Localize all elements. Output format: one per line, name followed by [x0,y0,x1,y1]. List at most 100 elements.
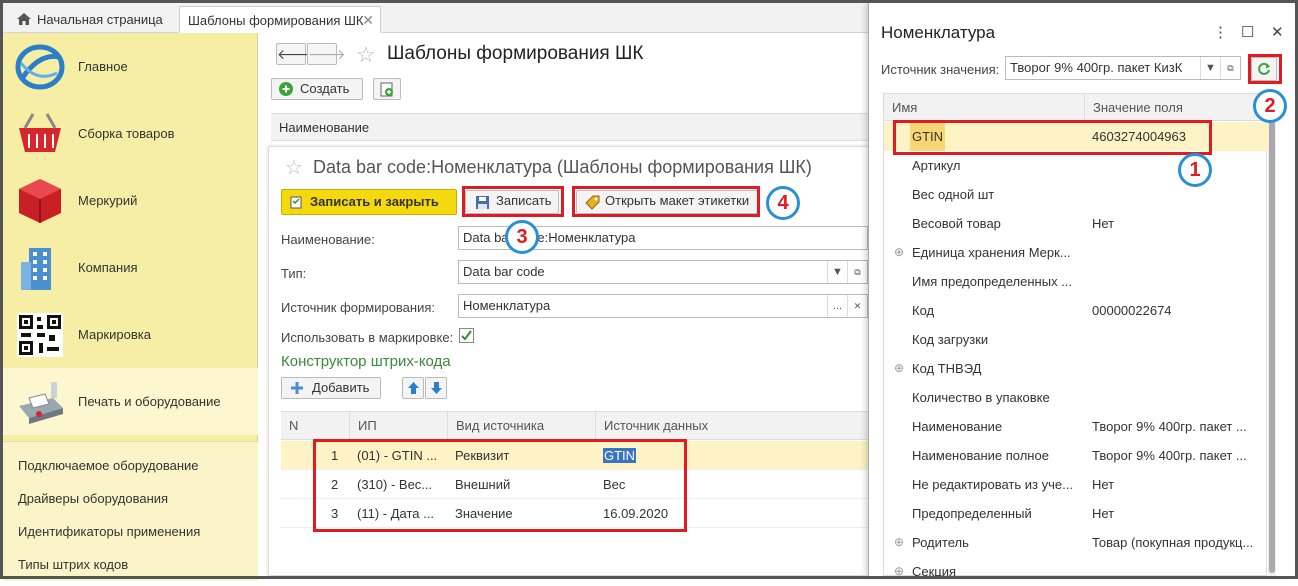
name-label: Наименование: [281,232,375,247]
grid-header-ip[interactable]: ИП [349,412,447,440]
sidebar-item-main[interactable]: Главное [3,33,258,100]
list-item[interactable]: Код 00000022674 [884,296,1268,325]
field-name: Код загрузки [912,332,989,347]
chevron-down-icon[interactable]: ▼ [1200,57,1220,79]
grid-header-data-source[interactable]: Источник данных [595,412,871,440]
field-name: Артикул [912,158,961,173]
list-item[interactable]: Код загрузки [884,325,1268,354]
chevron-down-icon[interactable]: ▼ [827,261,847,283]
link-identifiers[interactable]: Идентификаторы применения [18,524,200,539]
field-name: Количество в упаковке [912,390,1050,405]
checkmark-icon [461,330,472,341]
constructor-title: Конструктор штрих-кода [281,353,451,370]
more-menu-icon[interactable]: ⋮ [1213,23,1228,41]
field-name: Наименование полное [912,448,1049,463]
annotation-box-1 [893,120,1212,155]
list-item[interactable]: Не редактировать из уче... Нет [884,470,1268,499]
type-select[interactable]: Data bar code ▼ ⧉ [458,260,868,284]
sidebar-item-label: Компания [78,260,138,275]
cube-icon [19,179,61,223]
close-tab-icon[interactable]: ✕ [362,7,374,34]
arrow-up-icon [408,382,419,394]
use-in-marking-checkbox[interactable] [459,328,474,343]
link-drivers[interactable]: Драйверы оборудования [18,491,168,506]
expand-icon[interactable]: ⊕ [894,354,904,383]
source-value: Номенклатура [463,298,551,313]
grid-header-n[interactable]: N [281,412,349,440]
sidebar-item-assembly[interactable]: Сборка товаров [3,100,258,167]
home-icon [17,13,31,25]
list-item[interactable]: Наименование полное Творог 9% 400гр. паке… [884,441,1268,470]
forward-button[interactable]: 🡒 [307,43,346,65]
list-item[interactable]: Количество в упаковке [884,383,1268,412]
document-icon [290,196,302,209]
field-name: Не редактировать из уче... [912,477,1073,492]
ellipsis-icon[interactable]: ... [827,295,847,317]
list-item[interactable]: Весовой товар Нет [884,209,1268,238]
type-label: Тип: [281,266,307,281]
tab-templates[interactable]: Шаблоны формирования ШК ✕ [179,6,381,33]
favorite-star-icon[interactable]: ☆ [285,155,303,180]
list-item[interactable]: Имя предопределенных ... [884,267,1268,296]
maximize-icon[interactable]: ☐ [1241,23,1254,41]
header-field-value[interactable]: Значение поля [1084,94,1268,121]
source-value-label: Источник значения: [881,62,1000,77]
tab-home[interactable]: Начальная страница [9,6,175,33]
favorite-star-icon[interactable]: ☆ [356,42,376,68]
expand-icon[interactable]: ⊕ [894,238,904,267]
move-down-button[interactable] [425,377,447,399]
open-icon[interactable]: ⧉ [1220,57,1240,79]
create-label: Создать [300,81,350,96]
callout-4: 4 [766,186,800,220]
source-input[interactable]: Номенклатура ... ✕ [458,294,868,318]
plus-circle-icon [279,82,293,96]
field-name: Секция [912,564,957,579]
open-icon[interactable]: ⧉ [847,261,867,283]
sidebar-item-label: Главное [78,59,128,74]
sidebar-item-printing[interactable]: Печать и оборудование [3,368,258,435]
callout-3: 3 [505,220,539,254]
link-barcode-types[interactable]: Типы штрих кодов [18,557,128,572]
expand-icon[interactable]: ⊕ [894,528,904,557]
source-value-select[interactable]: Творог 9% 400гр. пакет КизК ▼ ⧉ [1005,56,1241,80]
type-value: Data bar code [463,264,545,279]
save-and-close-button[interactable]: Записать и закрыть [281,189,457,215]
annotation-box-2 [1248,54,1282,84]
field-value: Нет [1092,477,1115,492]
scrollbar-thumb[interactable] [1269,121,1275,573]
add-button[interactable]: Добавить [281,377,381,399]
list-item[interactable]: ⊕ Секция [884,557,1268,586]
sidebar-item-marking[interactable]: Маркировка [3,301,258,368]
list-item[interactable]: Вес одной шт [884,180,1268,209]
callout-1: 1 [1178,153,1212,187]
list-item[interactable]: ⊕ Единица хранения Мерк... [884,238,1268,267]
basket-icon [19,113,61,152]
plus-icon [291,382,303,394]
sidebar-item-company[interactable]: Компания [3,234,258,301]
scrollbar[interactable] [1268,93,1276,576]
list-item[interactable]: Предопределенный Нет [884,499,1268,528]
list-item[interactable]: ⊕ Родитель Товар (покупная продукц... [884,528,1268,557]
back-button[interactable]: 🡐 [276,43,315,65]
field-name: Единица хранения Мерк... [912,245,1071,260]
list-column-header[interactable]: Наименование [271,113,871,141]
create-button[interactable]: Создать [271,78,363,100]
field-name: Предопределенный [912,506,1032,521]
close-icon[interactable]: ✕ [1271,23,1284,41]
field-value: 00000022674 [1092,303,1172,318]
move-up-button[interactable] [402,377,424,399]
grid-header-source-type[interactable]: Вид источника [447,412,595,440]
link-equipment[interactable]: Подключаемое оборудование [18,458,199,473]
clear-icon[interactable]: ✕ [847,295,867,317]
copy-create-button[interactable] [373,78,401,100]
expand-icon[interactable]: ⊕ [894,557,904,586]
list-item[interactable]: ⊕ Код ТНВЭД [884,354,1268,383]
field-name: Код [912,303,935,318]
fields-table-header: Имя Значение поля [884,94,1268,121]
annotation-box-4 [572,186,760,217]
save-and-close-label: Записать и закрыть [310,194,439,209]
list-item[interactable]: Наименование Творог 9% 400гр. пакет ... [884,412,1268,441]
header-name[interactable]: Имя [884,94,1084,121]
sidebar-item-mercury[interactable]: Меркурий [3,167,258,234]
source-label: Источник формирования: [281,300,436,315]
